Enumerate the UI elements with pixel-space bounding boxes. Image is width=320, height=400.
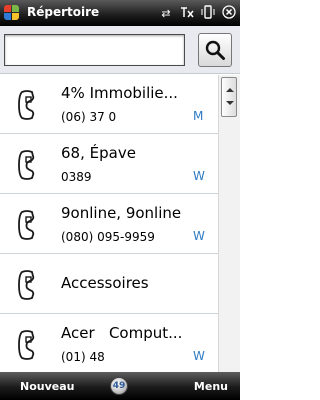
contact-row[interactable]: Accessoires: [0, 255, 218, 314]
magnifier-icon: [205, 40, 225, 60]
scroll-down-arrow-icon: [226, 101, 234, 105]
number-type-tag: W: [193, 229, 205, 243]
contact-number: 0389: [61, 170, 92, 184]
signal-off-icon: [180, 5, 194, 22]
contact-name: Accessoires: [61, 274, 149, 292]
scroll-up-arrow-icon: [226, 88, 234, 92]
input-panel-icon[interactable]: 49: [110, 377, 128, 395]
contact-number: (01) 48: [61, 350, 105, 364]
contact-name: Acer Comput...: [61, 324, 183, 342]
vibrate-icon: [201, 4, 215, 22]
new-contact-softkey[interactable]: Nouveau: [20, 380, 74, 393]
search-bar: [0, 26, 240, 74]
close-icon[interactable]: [222, 4, 236, 22]
windows-start-icon[interactable]: [4, 5, 20, 21]
contact-name: 68, Épave: [61, 144, 136, 162]
title-bar: Répertoire ⇄: [0, 0, 240, 26]
menu-softkey[interactable]: Menu: [194, 380, 228, 393]
scrollbar[interactable]: [218, 75, 240, 372]
contact-row[interactable]: Acer Comput... (01) 48 W: [0, 315, 218, 372]
phone-icon: [16, 210, 38, 240]
sync-arrows-icon: ⇄: [161, 6, 171, 20]
contact-number: (080) 095-9959: [61, 230, 155, 244]
search-button[interactable]: [198, 33, 232, 67]
number-type-tag: M: [193, 109, 204, 123]
number-type-tag: W: [193, 349, 205, 363]
status-icons: ⇄: [159, 4, 236, 22]
phone-icon: [16, 90, 38, 120]
search-input[interactable]: [4, 34, 185, 66]
phone-icon: [16, 150, 38, 180]
contact-row[interactable]: 9online, 9online (080) 095-9959 W: [0, 195, 218, 254]
contact-list: 4% Immobilie... (06) 37 0 M 68, Épave 0389 W 9…: [0, 75, 240, 372]
contact-name: 9online, 9online: [61, 204, 182, 222]
app-title: Répertoire: [27, 5, 100, 19]
phone-icon: [16, 330, 38, 360]
contact-number: (06) 37 0: [61, 110, 117, 124]
contact-row[interactable]: 68, Épave 0389 W: [0, 135, 218, 194]
contact-name: 4% Immobilie...: [61, 84, 178, 102]
contact-row[interactable]: 4% Immobilie... (06) 37 0 M: [0, 75, 218, 134]
scroll-thumb[interactable]: [221, 77, 237, 117]
phone-icon: [16, 270, 38, 300]
number-type-tag: W: [193, 169, 205, 183]
softkey-bar: Nouveau 49 Menu: [0, 372, 240, 400]
